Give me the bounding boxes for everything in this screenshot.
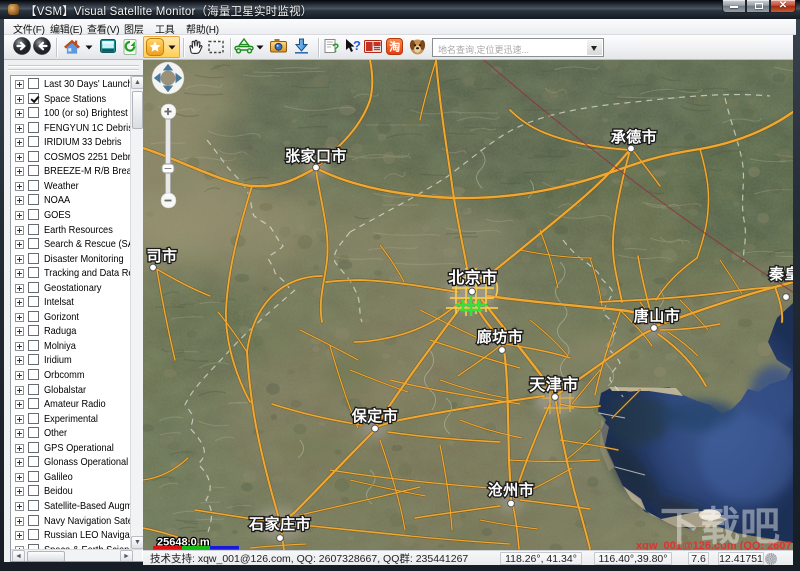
svg-text:天津市: 天津市 [529,375,579,394]
svg-text:张家口市: 张家口市 [285,147,347,165]
svg-text:廊坊市: 廊坊市 [477,328,524,346]
svg-text:司市: 司市 [146,247,177,265]
svg-text:石家庄市: 石家庄市 [248,515,311,533]
svg-text:秦皇岛市: 秦皇岛市 [768,265,793,283]
svg-text:唐山市: 唐山市 [634,307,681,325]
svg-text:承德市: 承德市 [611,128,658,146]
svg-text:?: ? [353,38,361,53]
svg-text:保定市: 保定市 [351,407,399,425]
svg-text:?: ? [332,41,339,55]
svg-text:沧州市: 沧州市 [488,481,535,499]
svg-text:北京市: 北京市 [448,268,498,287]
svg-text:淘: 淘 [389,40,400,54]
svg-text:下载吧: 下载吧 [660,505,780,549]
